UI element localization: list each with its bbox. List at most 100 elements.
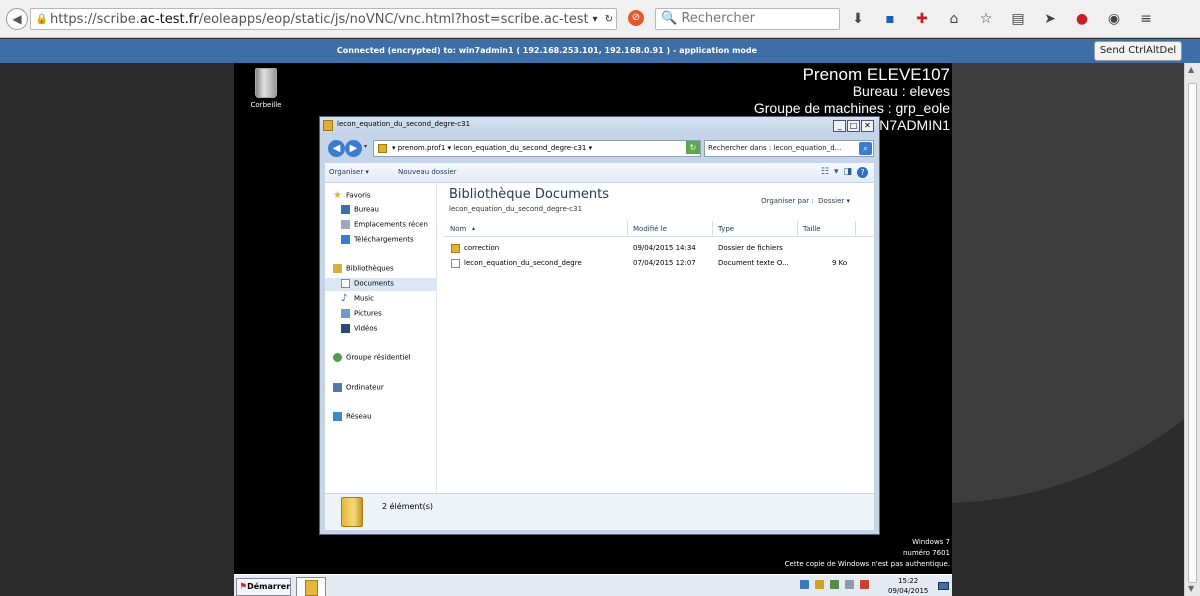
noscript-icon[interactable]: ⊘ [628,10,644,26]
column-header-modified[interactable]: Modifié le [633,225,667,233]
nav-item-reseau[interactable]: Réseau [333,412,372,421]
column-separator[interactable] [712,221,713,237]
window-controls: _ □ ✕ [832,120,874,132]
network-icon[interactable] [860,580,869,589]
explorer-search-input[interactable]: Rechercher dans : lecon_equation_d... ⌕ [704,140,874,157]
windows-version: Windows 7 [912,538,950,546]
chat-icon[interactable]: ◉ [1101,8,1127,30]
nav-item-bibliotheques[interactable]: Bibliothèques [333,264,394,273]
nav-item-documents[interactable]: Documents [341,279,394,288]
back-arrow-icon[interactable]: ◀ [6,8,28,30]
nav-item-ordinateur[interactable]: Ordinateur [333,383,384,392]
network-icon [333,412,342,421]
folder-icon [305,580,318,596]
music-icon: ♪ [341,293,348,304]
nav-item-label: Favoris [346,191,371,200]
url-dropdown-icon[interactable]: ▾ [588,14,602,25]
arrange-by[interactable]: Organiser par : Dossier ▾ [761,197,850,205]
organiser-menu[interactable]: Organiser ▾ [329,168,369,176]
plus-cross-icon[interactable]: ✚ [909,8,935,30]
folder-icon [341,497,363,527]
view-dropdown-icon[interactable]: ▾ [834,167,839,178]
explorer-titlebar[interactable]: lecon_equation_du_second_degre-c31 _ □ ✕ [320,117,879,135]
address-bar[interactable]: ▾ prenom.prof1 ▾ lecon_equation_du_secon… [373,140,701,157]
nav-forward-icon[interactable]: ▶ [345,140,362,157]
star-icon: ★ [333,190,342,201]
download-icon[interactable]: ⬇ [845,8,871,30]
arrange-value[interactable]: Dossier ▾ [818,197,850,205]
nav-item-emplacements[interactable]: Emplacements récen [341,220,428,229]
preview-pane-icon[interactable]: ◨ [843,167,852,178]
folder-icon [451,244,460,253]
explorer-window[interactable]: lecon_equation_du_second_degre-c31 _ □ ✕… [319,116,880,535]
reload-icon[interactable]: ↻ [602,14,616,25]
url-prefix: https://scribe. [50,11,140,27]
url-text: https://scribe.ac-test.fr/eoleapps/eop/s… [50,12,588,27]
column-header-taille[interactable]: Taille [803,225,821,233]
new-folder-button[interactable]: Nouveau dossier [398,168,457,176]
column-header-nom[interactable]: Nom [450,225,466,233]
desktop-background-arc [952,63,1184,596]
home-icon[interactable]: ⌂ [941,8,967,30]
taskbar-explorer-button[interactable] [296,577,326,596]
nav-item-videos[interactable]: Vidéos [341,324,377,333]
url-bar[interactable]: 🔒 https://scribe.ac-test.fr/eoleapps/eop… [30,8,617,30]
nav-item-label: Music [354,294,374,303]
recent-pages-icon[interactable]: ▾ [364,143,367,150]
column-separator[interactable] [627,221,628,237]
tray-icon[interactable] [800,580,809,589]
scroll-up-icon[interactable]: ▲ [1188,65,1194,74]
star-icon[interactable]: ☆ [973,8,999,30]
view-options-icon[interactable]: ☷ [821,167,829,178]
send-ctrlaltdel-button[interactable]: Send CtrlAltDel [1094,41,1182,61]
show-desktop-button[interactable] [938,582,949,590]
tray-icon[interactable] [830,580,839,589]
nav-item-groupe[interactable]: Groupe résidentiel [333,353,411,362]
volume-icon[interactable] [845,580,854,589]
save-icon[interactable]: ▪ [877,8,903,30]
browser-search-input[interactable]: 🔍 Rechercher [655,8,840,30]
nav-item-music[interactable]: ♪ Music [341,293,374,304]
explorer-search-placeholder: Rechercher dans : lecon_equation_d... [708,144,842,152]
nav-item-bureau[interactable]: Bureau [341,205,379,214]
minimize-button[interactable]: _ [833,120,846,132]
file-list-pane[interactable]: Bibliothèque Documents lecon_equation_du… [437,183,874,493]
nav-item-label: Pictures [354,309,382,318]
column-separator[interactable] [855,221,856,237]
file-row[interactable]: lecon_equation_du_second_degre 07/04/201… [444,257,874,271]
vnc-status-text: Connected (encrypted) to: win7admin1 ( 1… [336,46,758,55]
scroll-thumb[interactable] [1188,83,1197,583]
taskbar: ⚑Démarrer 15:22 09/04/2015 [234,574,952,596]
menu-icon[interactable]: ≡ [1133,8,1159,30]
clock[interactable]: 15:22 09/04/2015 [888,576,928,596]
recycle-bin[interactable]: Corbeille [245,68,287,109]
close-button[interactable]: ✕ [861,120,874,132]
nav-item-pictures[interactable]: Pictures [341,309,382,318]
page-scrollbar[interactable]: ▲ ▼ [1184,63,1200,596]
ublock-icon[interactable]: ● [1069,8,1095,30]
column-separator[interactable] [797,221,798,237]
send-icon[interactable]: ➤ [1037,8,1063,30]
search-icon[interactable]: ⌕ [859,142,872,155]
column-header-type[interactable]: Type [718,225,734,233]
maximize-button[interactable]: □ [847,120,860,132]
library-path: lecon_equation_du_second_degre-c31 [449,205,583,213]
recycle-bin-label: Corbeille [250,101,282,109]
refresh-icon[interactable]: ↻ [686,141,700,154]
reader-icon[interactable]: ▤ [1005,8,1031,30]
browser-icons: ⬇ ▪ ✚ ⌂ ☆ ▤ ➤ ● ◉ ≡ [845,8,1165,30]
file-row[interactable]: correction 09/04/2015 14:34 Dossier de f… [444,242,874,256]
nav-back-icon[interactable]: ◀ [328,140,345,157]
address-row: ◀ ▶ ▾ ▾ prenom.prof1 ▾ lecon_equation_du… [325,138,874,160]
tray-icon[interactable] [815,580,824,589]
command-bar: Organiser ▾ Nouveau dossier ☷ ▾ ◨ ? [325,163,874,183]
user-groupe: Groupe de machines : grp_eole [753,100,950,116]
scroll-down-icon[interactable]: ▼ [1188,584,1194,593]
computer-icon [333,383,342,392]
nav-item-favoris[interactable]: ★ Favoris [333,190,371,201]
view-controls: ☷ ▾ ◨ ? [816,167,868,178]
start-button[interactable]: ⚑Démarrer [236,578,291,596]
help-icon[interactable]: ? [857,167,868,178]
nav-item-telechargements[interactable]: Téléchargements [341,235,414,244]
address-folder-icon [378,143,387,153]
